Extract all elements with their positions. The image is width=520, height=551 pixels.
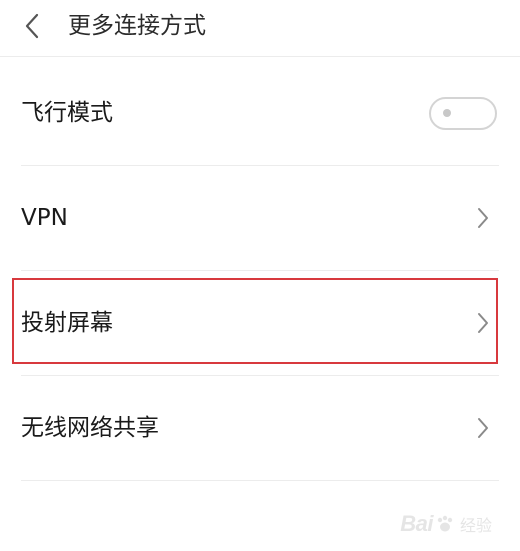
baidu-watermark: Bai 经验 <box>400 511 492 537</box>
toggle-knob <box>443 109 451 117</box>
chevron-left-icon <box>25 13 39 39</box>
watermark-suffix: 经验 <box>459 516 492 535</box>
airplane-mode-label: 飞行模式 <box>21 100 113 126</box>
airplane-mode-toggle[interactable] <box>429 97 497 130</box>
wireless-sharing-label: 无线网络共享 <box>21 415 159 441</box>
list-item-vpn[interactable]: VPN <box>0 166 520 270</box>
chevron-right-icon <box>478 208 488 228</box>
back-button[interactable] <box>14 8 50 44</box>
vpn-label: VPN <box>21 205 68 231</box>
header-bar: 更多连接方式 <box>0 0 520 57</box>
page-title: 更多连接方式 <box>68 13 206 39</box>
list-item-wireless-sharing[interactable]: 无线网络共享 <box>0 376 520 480</box>
screen-projection-label: 投射屏幕 <box>21 310 113 336</box>
paw-icon <box>437 515 453 532</box>
chevron-right-icon <box>478 418 488 438</box>
chevron-right-icon <box>478 313 488 333</box>
list-item-screen-projection[interactable]: 投射屏幕 <box>0 271 520 375</box>
divider <box>21 480 499 481</box>
watermark-text: Bai <box>400 511 433 536</box>
